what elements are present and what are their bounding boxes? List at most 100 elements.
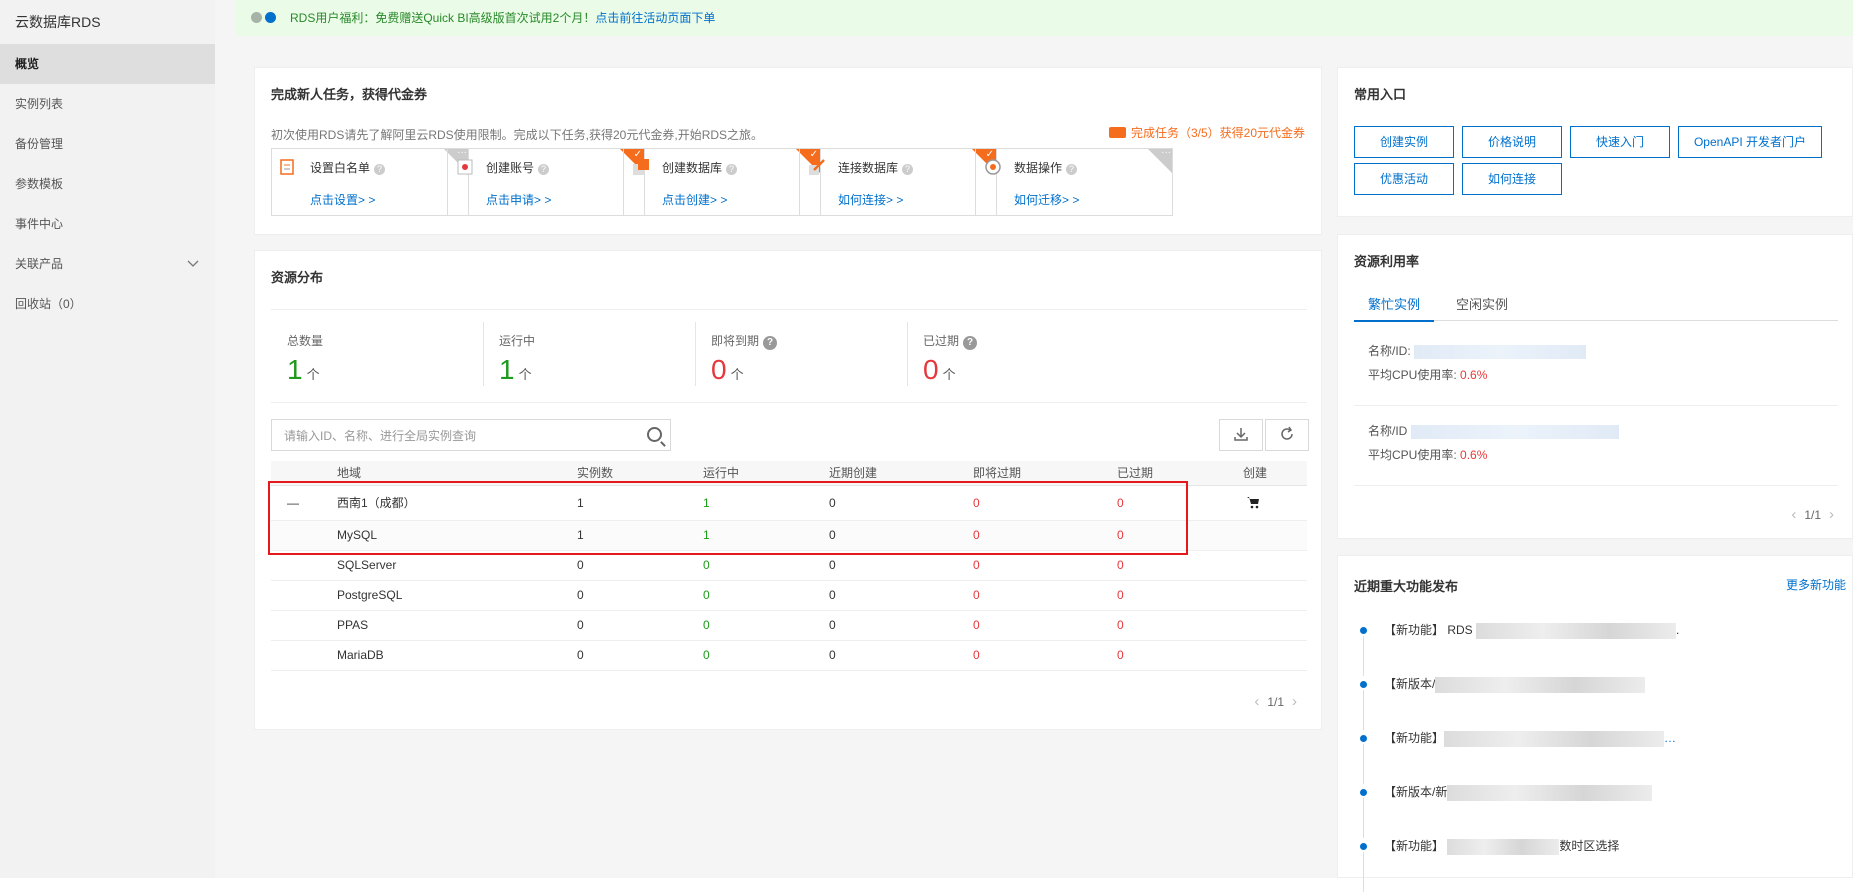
main-content: RDS用户福利：免费赠送Quick BI高级版首次试用2个月！点击前往活动页面下… xyxy=(215,0,1853,892)
search-icon[interactable] xyxy=(647,427,662,442)
feature-releases-card: 近期重大功能发布 更多新功能 【新功能】 RDS . 【新版本/ 【新功能】… … xyxy=(1337,555,1853,892)
prev-page-icon[interactable]: ‹ xyxy=(1791,506,1796,523)
search-input[interactable] xyxy=(282,420,626,452)
bullet-icon xyxy=(1360,735,1367,742)
util-instance-row[interactable]: 名称/ID: 平均CPU使用率: 0.6% xyxy=(1354,339,1838,387)
promo-banner: RDS用户福利：免费赠送Quick BI高级版首次试用2个月！点击前往活动页面下… xyxy=(236,0,1853,36)
banner-dots xyxy=(251,12,279,48)
task-card-account[interactable]: 创建账号? 点击申请> > ✓ xyxy=(447,148,645,216)
task-link[interactable]: 如何迁移> > xyxy=(1014,191,1079,208)
help-icon[interactable]: ? xyxy=(763,336,778,350)
task-link[interactable]: 点击申请> > xyxy=(486,191,551,208)
col-expiring: 即将过期 xyxy=(973,466,1022,480)
table-row[interactable]: PPAS 0 0 0 0 0 xyxy=(271,611,1307,641)
name-id-label: 名称/ID xyxy=(1368,424,1408,438)
newbie-tasks-card: 完成新人任务，获得代金券 初次使用RDS请先了解阿里云RDS使用限制。完成以下任… xyxy=(254,67,1322,235)
sidebar-item-instances[interactable]: 实例列表 xyxy=(0,84,215,124)
bullet-icon xyxy=(1360,681,1367,688)
how-to-connect-button[interactable]: 如何连接 xyxy=(1462,163,1562,195)
pricing-button[interactable]: 价格说明 xyxy=(1462,126,1562,158)
task-card-whitelist[interactable]: 设置白名单? 点击设置> > ··· xyxy=(271,148,469,216)
quick-title: 常用入口 xyxy=(1354,87,1407,102)
task-card-data-op[interactable]: 数据操作? 如何迁移> > ··· xyxy=(975,148,1173,216)
table-row[interactable]: MariaDB 0 0 0 0 0 xyxy=(271,641,1307,671)
banner-dot[interactable] xyxy=(251,12,262,23)
help-icon[interactable]: ? xyxy=(538,164,550,175)
stat-label: 即将到期? xyxy=(711,332,778,350)
stat-value: 0个 xyxy=(711,354,744,385)
create-instance-button[interactable]: 创建实例 xyxy=(1354,126,1454,158)
name-id-label: 名称/ID: xyxy=(1368,344,1411,358)
cpu-value: 0.6% xyxy=(1460,448,1488,462)
promotions-button[interactable]: 优惠活动 xyxy=(1354,163,1454,195)
redacted-text xyxy=(1447,838,1560,855)
help-icon[interactable]: ? xyxy=(902,164,914,175)
table-header: 地域 实例数 运行中 近期创建 即将过期 已过期 创建 xyxy=(271,461,1307,486)
table-pager: ‹ 1/1 › xyxy=(1254,693,1297,710)
quick-start-button[interactable]: 快速入门 xyxy=(1570,126,1670,158)
cell-expiring: 0 xyxy=(973,558,980,572)
global-instance-search xyxy=(271,419,671,452)
tasks-progress: 完成任务（3/5）获得20元代金券 xyxy=(1108,124,1305,141)
sidebar-item-overview[interactable]: 概览 xyxy=(0,44,215,84)
next-page-icon[interactable]: › xyxy=(1829,506,1834,523)
col-running: 运行中 xyxy=(703,466,740,480)
sidebar-item-backup[interactable]: 备份管理 xyxy=(0,124,215,164)
download-button[interactable] xyxy=(1219,419,1263,451)
sidebar-item-related-products[interactable]: 关联产品 xyxy=(0,244,215,284)
task-card-database[interactable]: 创建数据库? 点击创建> > ✓ xyxy=(623,148,821,216)
cell-expiring: 0 xyxy=(973,648,980,662)
help-icon[interactable]: ? xyxy=(726,164,738,175)
task-link[interactable]: 如何连接> > xyxy=(838,191,903,208)
cell-expired: 0 xyxy=(1117,618,1124,632)
divider xyxy=(1354,405,1838,406)
cell-count: 1 xyxy=(577,496,584,510)
tab-idle-instances[interactable]: 空闲实例 xyxy=(1442,290,1522,320)
task-title: 数据操作 xyxy=(1014,161,1063,175)
cell-expiring: 0 xyxy=(973,588,980,602)
sidebar-item-events[interactable]: 事件中心 xyxy=(0,204,215,244)
collapse-toggle[interactable]: — xyxy=(287,486,299,520)
cart-icon[interactable] xyxy=(1247,486,1260,520)
cell-running: 0 xyxy=(703,648,710,662)
cell-running: 0 xyxy=(703,618,710,632)
util-tabs: 繁忙实例 空闲实例 xyxy=(1354,290,1838,322)
more-features-link[interactable]: 更多新功能 xyxy=(1786,576,1846,593)
features-title: 近期重大功能发布 xyxy=(1354,579,1459,594)
task-card-connect[interactable]: 连接数据库? 如何连接> > ✓ xyxy=(799,148,997,216)
tab-busy-instances[interactable]: 繁忙实例 xyxy=(1354,290,1435,322)
help-icon[interactable]: ? xyxy=(374,164,386,175)
banner-link[interactable]: 点击前往活动页面下单 xyxy=(595,11,715,25)
cell-expired: 0 xyxy=(1117,528,1124,542)
stats-row: 总数量 1个 运行中 1个 即将到期? 0个 已过期? 0个 xyxy=(271,309,1307,403)
engine-name: SQLServer xyxy=(337,558,397,572)
table-row[interactable]: PostgreSQL 0 0 0 0 0 xyxy=(271,581,1307,611)
task-link[interactable]: 点击创建> > xyxy=(662,191,727,208)
table-row[interactable]: MySQL 1 1 0 0 0 xyxy=(271,521,1307,551)
sidebar-item-recycle-bin[interactable]: 回收站（0） xyxy=(0,284,215,324)
cell-running: 1 xyxy=(703,528,710,542)
util-instance-row[interactable]: 名称/ID 平均CPU使用率: 0.6% xyxy=(1354,419,1838,467)
region-table: 地域 实例数 运行中 近期创建 即将过期 已过期 创建 — 西南1（成都） 1 … xyxy=(271,461,1307,671)
timeline-line xyxy=(1363,636,1364,676)
help-icon[interactable]: ? xyxy=(1066,164,1078,175)
stat-label: 已过期? xyxy=(923,332,978,350)
table-row-region[interactable]: — 西南1（成都） 1 1 0 0 0 xyxy=(271,486,1307,521)
openapi-portal-button[interactable]: OpenAPI 开发者门户 xyxy=(1678,126,1822,158)
col-create: 创建 xyxy=(1243,466,1268,480)
banner-dot-active[interactable] xyxy=(265,12,276,23)
timeline-line xyxy=(1363,690,1364,730)
help-icon[interactable]: ? xyxy=(963,336,978,350)
cell-expired: 0 xyxy=(1117,588,1124,602)
sidebar-item-param-templates[interactable]: 参数模板 xyxy=(0,164,215,204)
table-row[interactable]: SQLServer 0 0 0 0 0 xyxy=(271,551,1307,581)
refresh-button[interactable] xyxy=(1265,419,1309,451)
timeline-line xyxy=(1363,852,1364,892)
redacted-text xyxy=(1444,730,1665,747)
tasks-title: 完成新人任务，获得代金券 xyxy=(271,87,428,102)
prev-page-icon[interactable]: ‹ xyxy=(1254,693,1259,710)
next-page-icon[interactable]: › xyxy=(1292,693,1297,710)
region-name: 西南1（成都） xyxy=(337,496,416,510)
timeline-line xyxy=(1363,798,1364,838)
task-link[interactable]: 点击设置> > xyxy=(310,191,375,208)
